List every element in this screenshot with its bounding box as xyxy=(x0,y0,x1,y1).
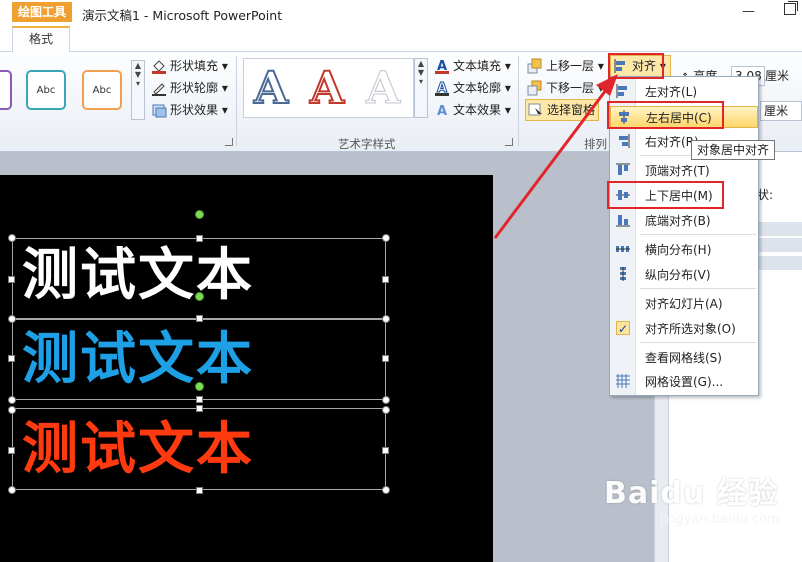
watermark-url: jingyan.baidu.com xyxy=(660,512,780,527)
baidu-jingyan-watermark: Baidu 经验 jingyan.baidu.com xyxy=(604,468,780,527)
watermark-logo: Baidu 经验 xyxy=(604,476,779,511)
